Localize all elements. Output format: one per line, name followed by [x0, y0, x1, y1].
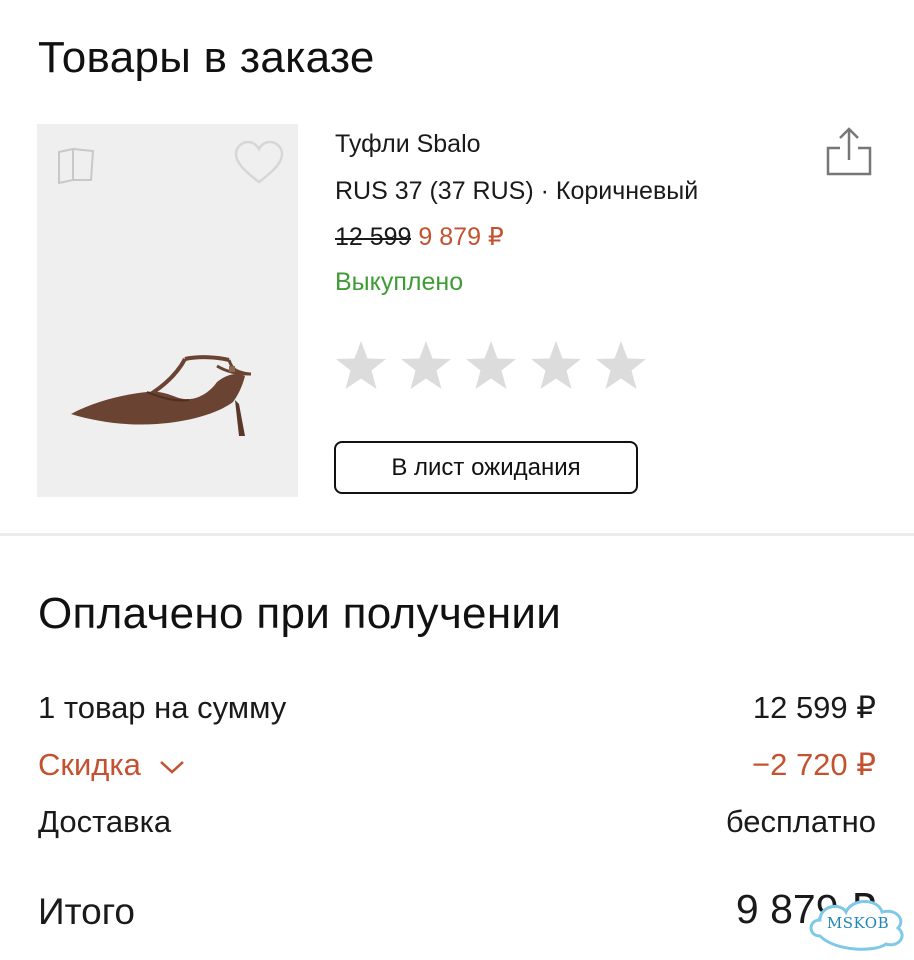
old-price: 12 599 [335, 223, 412, 251]
watermark-text: MSKOB [826, 914, 890, 932]
total-label: Итого [38, 891, 135, 932]
delivery-label: Доставка [38, 804, 172, 839]
items-sum-label: 1 товар на сумму [38, 690, 287, 725]
payment-title: Оплачено при получении [38, 589, 562, 638]
star-icon[interactable] [463, 338, 519, 394]
product-variant: RUS 37 (37 RUS) · Коричневый [335, 179, 699, 204]
discount-toggle[interactable]: Скидка [38, 749, 187, 780]
discount-label: Скидка [38, 747, 141, 782]
new-price: 9 879 ₽ [418, 223, 504, 251]
delivery-value: бесплатно [725, 804, 876, 839]
watermark: MSKOB [806, 892, 910, 952]
product-price: 12 599 9 879 ₽ [335, 225, 504, 250]
discount-value: −2 720 ₽ [751, 747, 876, 782]
chevron-down-icon [160, 760, 185, 774]
star-icon[interactable] [398, 338, 454, 394]
items-sum-value: 12 599 ₽ [752, 690, 876, 725]
rating-stars[interactable] [333, 338, 649, 394]
order-items-title: Товары в заказе [38, 33, 375, 82]
star-icon[interactable] [528, 338, 584, 394]
heart-icon[interactable] [233, 140, 285, 186]
share-icon[interactable] [824, 126, 874, 178]
section-divider [0, 533, 914, 536]
compare-icon[interactable] [53, 140, 99, 186]
product-name[interactable]: Туфли Sbalo [335, 132, 481, 157]
shoe-photo [71, 355, 252, 436]
star-icon[interactable] [333, 338, 389, 394]
product-image[interactable] [37, 124, 298, 497]
waitlist-button[interactable]: В лист ожидания [334, 441, 638, 494]
star-icon[interactable] [593, 338, 649, 394]
product-status: Выкуплено [335, 268, 464, 296]
